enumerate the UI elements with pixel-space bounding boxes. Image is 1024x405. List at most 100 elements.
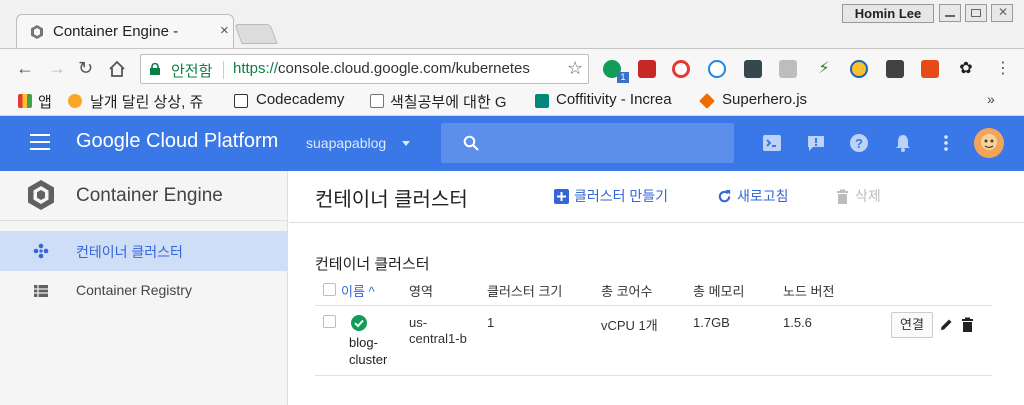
row-actions-cell: 연결 bbox=[891, 305, 992, 376]
refresh-label: 새로고침 bbox=[737, 188, 789, 204]
create-cluster-label: 클러스터 만들기 bbox=[574, 188, 669, 204]
hamburger-menu-icon[interactable] bbox=[30, 134, 50, 150]
zone-cell: us-central1-b bbox=[409, 305, 487, 376]
cluster-zone: us-central1-b bbox=[409, 314, 467, 346]
column-header-actions bbox=[891, 277, 992, 306]
bookmarks-overflow-button[interactable]: » bbox=[987, 91, 995, 107]
section-title: 컨테이너 클러스터 bbox=[315, 256, 430, 273]
minimize-icon bbox=[945, 15, 955, 17]
delete-button[interactable]: 삭제 bbox=[835, 186, 881, 206]
app-title[interactable]: Google Cloud Platform bbox=[76, 130, 278, 153]
lock-icon bbox=[150, 63, 160, 75]
apps-grid-icon bbox=[18, 94, 32, 108]
column-header-node-version[interactable]: 노드 버전 bbox=[783, 277, 891, 306]
sidebar-product-header: Container Engine bbox=[0, 171, 288, 221]
row-select-checkbox[interactable] bbox=[323, 314, 336, 328]
close-icon: ✕ bbox=[998, 5, 1009, 19]
coffitivity-icon bbox=[535, 94, 549, 108]
delete-trash-icon[interactable] bbox=[960, 317, 975, 332]
new-tab-button[interactable] bbox=[234, 24, 278, 44]
window-minimize-button[interactable] bbox=[939, 4, 961, 22]
angular-extension-icon[interactable] bbox=[779, 60, 797, 78]
search-icon bbox=[463, 135, 479, 151]
browser-tab-active[interactable]: Container Engine - × bbox=[16, 14, 234, 48]
column-header-name[interactable]: 이름 ^ bbox=[341, 277, 409, 306]
codecademy-icon bbox=[234, 94, 248, 108]
search-box[interactable] bbox=[441, 123, 734, 163]
cloud-shell-icon[interactable] bbox=[762, 133, 782, 153]
column-header-total-cores[interactable]: 총 코어수 bbox=[601, 277, 693, 306]
address-bar[interactable]: 안전함 https://console.cloud.google.com/kub… bbox=[140, 54, 589, 84]
cluster-name-cell: blog-cluster bbox=[341, 305, 409, 376]
gnome-extension-icon[interactable]: ✿ bbox=[957, 60, 975, 78]
bookmark-star-icon[interactable]: ☆ bbox=[567, 58, 583, 79]
gauge-extension-icon[interactable] bbox=[850, 60, 868, 78]
more-vert-icon[interactable] bbox=[936, 133, 956, 153]
bookmark-coffitivity[interactable]: Coffitivity - Increa bbox=[556, 91, 672, 108]
sidebar-item-label: Container Registry bbox=[76, 282, 192, 298]
forward-arrow-icon[interactable]: → bbox=[48, 58, 66, 79]
secure-label: 안전함 bbox=[171, 63, 213, 80]
opera-extension-icon[interactable] bbox=[672, 60, 690, 78]
column-header-zone[interactable]: 영역 bbox=[409, 277, 487, 306]
window-close-button[interactable]: ✕ bbox=[991, 4, 1013, 22]
help-icon[interactable]: ? bbox=[849, 133, 869, 153]
node-version-cell: 1.5.6 bbox=[783, 305, 891, 376]
bookmark-coloring[interactable]: 색칠공부에 대한 G bbox=[390, 91, 507, 112]
page-toolbar: 컨테이너 클러스터 클러스터 만들기 새로고침 삭제 bbox=[289, 171, 1024, 223]
table-row: blog-cluster us-central1-b 1 vCPU 1개 1.7… bbox=[315, 305, 992, 376]
column-header-cluster-size[interactable]: 클러스터 크기 bbox=[487, 277, 601, 306]
window-maximize-button[interactable] bbox=[965, 4, 987, 22]
cluster-table: 이름 ^ 영역 클러스터 크기 총 코어수 총 메모리 노드 버전 blog-c… bbox=[315, 277, 992, 376]
bookmark-codecademy[interactable]: Codecademy bbox=[256, 91, 344, 108]
bookmark-superhero[interactable]: Superhero.js bbox=[722, 91, 807, 108]
sidebar-item-label: 컨테이너 클러스터 bbox=[76, 244, 183, 260]
cluster-name-link[interactable]: blog-cluster bbox=[349, 334, 399, 368]
bookmarks-bar: 앱 날개 달린 상상, 쥬 Codecademy 색칠공부에 대한 G Coff… bbox=[0, 88, 1024, 116]
superhero-icon bbox=[699, 93, 715, 109]
book-extension-icon[interactable] bbox=[638, 60, 656, 78]
project-selector[interactable]: suapapablog bbox=[306, 135, 386, 151]
sidebar-item-container-registry[interactable]: Container Registry bbox=[0, 271, 288, 311]
url-text[interactable]: https://console.cloud.google.com/kuberne… bbox=[233, 60, 530, 77]
avatar[interactable] bbox=[974, 128, 1004, 158]
profile-name-button[interactable]: Homin Lee bbox=[842, 4, 934, 23]
bookmark-wing[interactable]: 날개 달린 상상, 쥬 bbox=[90, 91, 203, 112]
connect-button[interactable]: 연결 bbox=[891, 311, 933, 338]
back-arrow-icon[interactable]: ← bbox=[16, 58, 34, 79]
chrome-menu-icon[interactable]: ⋮ bbox=[994, 60, 1012, 78]
url-path: console.cloud.google.com/kubernetes bbox=[278, 60, 530, 77]
svg-text:?: ? bbox=[855, 136, 863, 151]
row-checkbox-cell bbox=[315, 305, 341, 376]
tab-close-icon[interactable]: × bbox=[220, 22, 229, 39]
trash-icon bbox=[837, 189, 848, 204]
create-cluster-button[interactable]: 클러스터 만들기 bbox=[554, 186, 668, 206]
status-ok-check-icon bbox=[351, 314, 367, 331]
wing-bookmark-icon bbox=[68, 94, 82, 108]
feedback-icon[interactable] bbox=[806, 133, 826, 153]
office-extension-icon[interactable] bbox=[921, 60, 939, 78]
add-box-icon bbox=[554, 189, 569, 204]
select-all-checkbox-cell bbox=[315, 277, 341, 306]
sync-extension-icon[interactable] bbox=[708, 60, 726, 78]
table-header-row: 이름 ^ 영역 클러스터 크기 총 코어수 총 메모리 노드 버전 bbox=[315, 277, 992, 306]
left-sidebar: Container Engine 컨테이너 클러스터 Container Reg… bbox=[0, 171, 288, 405]
home-icon[interactable] bbox=[108, 60, 126, 78]
edit-pencil-icon[interactable] bbox=[939, 317, 954, 332]
lightning-extension-icon[interactable]: ⚡ bbox=[815, 60, 833, 78]
user-avatar-icon bbox=[974, 128, 1004, 158]
column-header-total-memory[interactable]: 총 메모리 bbox=[693, 277, 783, 306]
bookmark-apps[interactable]: 앱 bbox=[38, 91, 52, 112]
product-name: Container Engine bbox=[76, 185, 223, 206]
task-extension-icon[interactable] bbox=[744, 60, 762, 78]
search-input[interactable] bbox=[489, 131, 719, 155]
project-caret-icon[interactable] bbox=[402, 141, 410, 146]
mail-extension-icon[interactable] bbox=[886, 60, 904, 78]
cluster-icon bbox=[33, 243, 49, 259]
notifications-bell-icon[interactable] bbox=[893, 133, 913, 153]
refresh-button[interactable]: 새로고침 bbox=[717, 186, 789, 206]
reload-icon[interactable]: ↻ bbox=[78, 58, 93, 79]
sidebar-item-container-clusters[interactable]: 컨테이너 클러스터 bbox=[0, 231, 288, 271]
tab-title: Container Engine - bbox=[53, 23, 179, 40]
select-all-checkbox[interactable] bbox=[323, 282, 336, 296]
